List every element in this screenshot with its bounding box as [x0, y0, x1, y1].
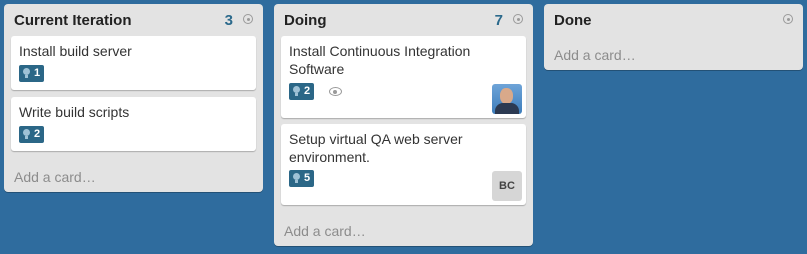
avatar-shirt	[495, 103, 519, 114]
card-install-ci-software[interactable]: Install Continuous Integration Software …	[281, 36, 526, 118]
idea-badge: 1	[19, 65, 45, 82]
idea-badge: 5	[289, 170, 315, 187]
idea-badge: 2	[289, 83, 315, 100]
list-header: Done	[554, 12, 795, 30]
lightbulb-icon	[292, 86, 301, 97]
list-menu-icon[interactable]	[243, 14, 253, 24]
list-title: Done	[554, 12, 592, 29]
badge-count: 5	[304, 172, 311, 184]
list-card-count: 7	[494, 12, 503, 29]
add-card-link[interactable]: Add a card…	[14, 168, 96, 186]
card-title: Install build server	[19, 43, 132, 59]
list-done: Done Add a card…	[544, 4, 803, 70]
list-current-iteration: Current Iteration 3 Install build server…	[4, 4, 263, 192]
list-menu-icon[interactable]	[783, 14, 793, 24]
add-card-link[interactable]: Add a card…	[284, 222, 366, 240]
badge-count: 2	[304, 85, 311, 97]
lightbulb-icon	[22, 129, 31, 140]
list-header: Doing 7	[284, 12, 525, 30]
avatar-face	[500, 88, 513, 104]
lightbulb-icon	[292, 173, 301, 184]
card-title: Setup virtual QA web server environment.	[289, 131, 463, 165]
card-install-build-server[interactable]: Install build server 1	[11, 36, 256, 90]
list-doing: Doing 7 Install Continuous Integration S…	[274, 4, 533, 246]
lightbulb-icon	[22, 68, 31, 79]
list-title: Current Iteration	[14, 12, 132, 29]
badge-count: 1	[34, 67, 41, 79]
member-avatar[interactable]	[492, 84, 522, 114]
card-title: Install Continuous Integration Software	[289, 43, 471, 77]
add-card-link[interactable]: Add a card…	[554, 46, 636, 64]
eye-icon	[329, 87, 342, 96]
list-menu-icon[interactable]	[513, 14, 523, 24]
list-title: Doing	[284, 12, 327, 29]
list-card-count: 3	[224, 12, 233, 29]
card-title: Write build scripts	[19, 104, 130, 120]
idea-badge: 2	[19, 126, 45, 143]
badge-count: 2	[34, 128, 41, 140]
list-header: Current Iteration 3	[14, 12, 255, 30]
member-initials-avatar[interactable]: BC	[492, 171, 522, 201]
card-setup-qa-server[interactable]: Setup virtual QA web server environment.…	[281, 124, 526, 205]
card-write-build-scripts[interactable]: Write build scripts 2	[11, 97, 256, 151]
